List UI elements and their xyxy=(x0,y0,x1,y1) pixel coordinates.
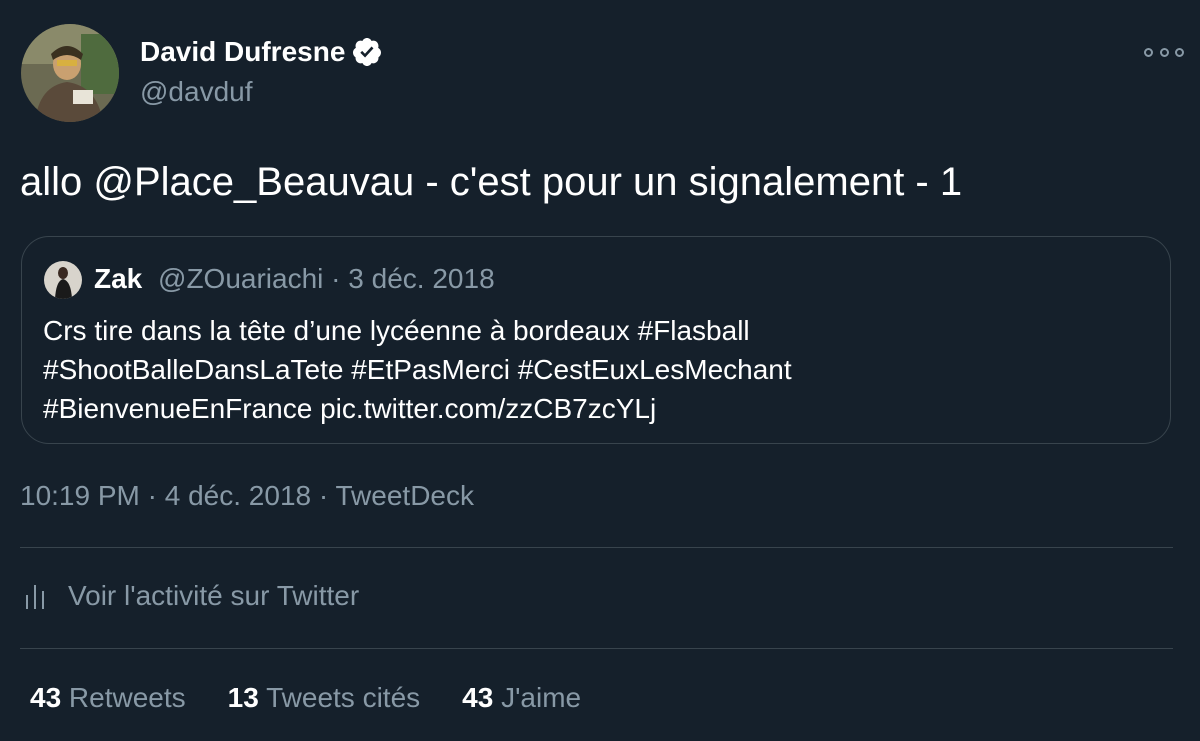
author-name-row: David Dufresne xyxy=(140,36,383,68)
quoted-header: Zak @ZOuariachi · 3 déc. 2018 xyxy=(94,263,495,295)
retweets-stat[interactable]: 43 Retweets xyxy=(30,682,186,714)
retweets-count: 43 xyxy=(30,682,62,713)
author-handle[interactable]: @davduf xyxy=(140,76,253,108)
bar-chart-icon xyxy=(24,581,48,611)
quoted-date: 3 déc. 2018 xyxy=(348,263,495,294)
quoted-separator: · xyxy=(323,263,349,294)
quoted-line: #BienvenueEnFrance pic.twitter.com/zzCB7… xyxy=(43,393,657,424)
tweet-text: allo @Place_Beauvau - c'est pour un sign… xyxy=(20,160,963,204)
quote-tweets-count: 13 xyxy=(227,682,259,713)
author-avatar[interactable] xyxy=(21,24,119,122)
tweet-date[interactable]: 4 déc. 2018 xyxy=(165,480,311,511)
quoted-name: Zak xyxy=(94,263,143,294)
more-dot xyxy=(1175,47,1184,57)
quoted-line: Crs tire dans la tête d’une lycéenne à b… xyxy=(43,315,750,346)
tweet-time[interactable]: 10:19 PM xyxy=(20,480,140,511)
tweet-source[interactable]: TweetDeck xyxy=(335,480,474,511)
likes-stat[interactable]: 43 J'aime xyxy=(462,682,581,714)
divider xyxy=(20,648,1173,649)
quoted-line: #ShootBalleDansLaTete #EtPasMerci #CestE… xyxy=(43,354,792,385)
retweets-label: Retweets xyxy=(61,682,186,713)
tweet-meta: 10:19 PM · 4 déc. 2018 · TweetDeck xyxy=(20,480,474,512)
activity-label: Voir l'activité sur Twitter xyxy=(68,580,360,611)
verified-badge-icon xyxy=(351,36,383,68)
author-name[interactable]: David Dufresne xyxy=(140,36,345,68)
quoted-handle: @ZOuariachi xyxy=(158,263,324,294)
likes-count: 43 xyxy=(462,682,494,713)
quoted-text: Crs tire dans la tête d’une lycéenne à b… xyxy=(43,311,792,428)
engagement-stats: 43 Retweets 13 Tweets cités 43 J'aime xyxy=(30,682,623,714)
more-dot xyxy=(1144,47,1153,57)
quote-tweets-stat[interactable]: 13 Tweets cités xyxy=(228,682,420,714)
meta-separator: · xyxy=(311,480,336,511)
more-dot xyxy=(1159,47,1169,57)
meta-separator: · xyxy=(139,480,165,511)
quoted-avatar xyxy=(44,261,82,299)
likes-label: J'aime xyxy=(493,682,582,713)
divider xyxy=(20,547,1173,548)
quote-tweets-label: Tweets cités xyxy=(258,682,421,713)
activity-link[interactable]: Voir l'activité sur Twitter xyxy=(24,580,359,612)
quoted-tweet[interactable]: Zak @ZOuariachi · 3 déc. 2018 Crs tire d… xyxy=(21,236,1171,444)
more-options-icon[interactable] xyxy=(1144,44,1184,60)
